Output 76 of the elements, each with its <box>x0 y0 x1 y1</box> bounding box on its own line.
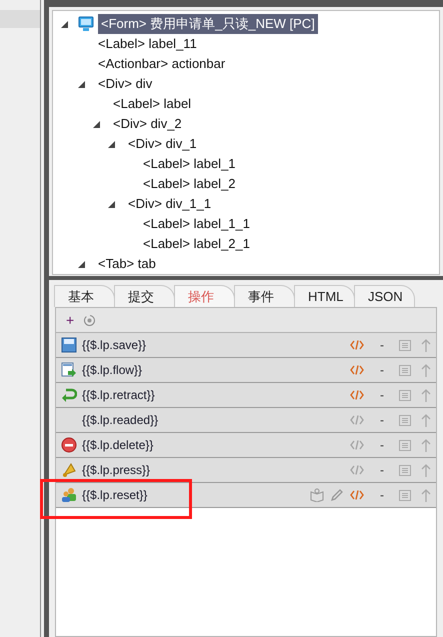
dash-button[interactable]: - <box>380 436 384 454</box>
code-icon[interactable] <box>350 365 364 375</box>
list-icon[interactable] <box>399 364 411 376</box>
people-icon <box>61 487 77 503</box>
tree-item[interactable]: <Label> label_1_1 <box>140 214 253 234</box>
code-icon[interactable] <box>350 490 364 500</box>
up-arrow-icon[interactable] <box>421 488 431 502</box>
tab[interactable]: JSON <box>354 285 415 307</box>
tree-item[interactable]: <Label> label_2 <box>140 174 239 194</box>
action-label: {{$.lp.save}} <box>82 337 148 354</box>
list-icon[interactable] <box>399 440 411 450</box>
bell-icon <box>61 462 77 478</box>
action-row[interactable]: {{$.lp.flow}} - <box>56 358 436 383</box>
code-icon[interactable] <box>350 465 364 475</box>
action-row[interactable]: {{$.lp.delete}} - <box>56 433 436 458</box>
book-icon[interactable] <box>310 488 324 502</box>
splitter-bar[interactable] <box>44 0 49 637</box>
action-row[interactable]: {{$.lp.press}} - <box>56 458 436 483</box>
action-row[interactable]: {{$.lp.readed}} - <box>56 408 436 433</box>
action-row[interactable]: {{$.lp.retract}} - <box>56 383 436 408</box>
tree-item[interactable]: <Label> label_1 <box>140 154 239 174</box>
tab[interactable]: 操作 <box>174 285 235 307</box>
action-label: {{$.lp.flow}} <box>82 362 144 379</box>
dash-button[interactable]: - <box>380 461 384 479</box>
up-arrow-icon[interactable] <box>421 338 431 352</box>
tree-item[interactable]: <Tab> tab <box>95 254 159 274</box>
action-row[interactable]: {{$.lp.save}} - <box>56 333 436 358</box>
code-icon[interactable] <box>350 390 364 400</box>
list-icon[interactable] <box>399 490 411 500</box>
history-icon[interactable] <box>83 314 96 326</box>
list-icon[interactable] <box>399 340 411 350</box>
tree-item[interactable]: <Div> div <box>95 74 156 94</box>
action-row[interactable]: {{$.lp.reset}} - <box>56 483 436 508</box>
up-arrow-icon[interactable] <box>421 388 431 402</box>
list-icon[interactable] <box>399 390 411 400</box>
code-icon[interactable] <box>350 415 364 425</box>
monitor-icon <box>78 16 94 32</box>
action-label: {{$.lp.press}} <box>82 462 152 479</box>
tab[interactable]: 基本 <box>54 285 115 307</box>
expanded-triangle-icon[interactable] <box>93 120 100 128</box>
expanded-triangle-icon[interactable] <box>78 80 85 88</box>
list-icon[interactable] <box>399 414 411 426</box>
tree-item[interactable]: <Div> div_1 <box>125 134 200 154</box>
header-bar <box>0 10 40 28</box>
up-arrow-icon[interactable] <box>421 464 431 476</box>
code-icon[interactable] <box>350 340 364 350</box>
tree-item[interactable]: <Div> div_1_1 <box>125 194 214 214</box>
tree-item[interactable]: <Label> label_11 <box>95 34 200 54</box>
list-icon[interactable] <box>399 464 411 476</box>
action-label: {{$.lp.retract}} <box>82 387 156 404</box>
action-label: {{$.lp.reset}} <box>82 487 148 504</box>
pencil-icon[interactable] <box>330 488 344 502</box>
action-label: {{$.lp.readed}} <box>82 412 160 429</box>
expanded-triangle-icon[interactable] <box>61 20 68 28</box>
expanded-triangle-icon[interactable] <box>108 200 115 208</box>
dash-button[interactable]: - <box>380 411 384 429</box>
tree-item[interactable]: <Label> label <box>110 94 194 114</box>
document-arrow-icon <box>61 362 77 378</box>
dash-button[interactable]: - <box>380 361 384 379</box>
tree-item[interactable]: <Form> 费用申请单_只读_NEW [PC] <box>98 14 318 34</box>
dash-button[interactable]: - <box>380 336 384 354</box>
minus-circle-icon <box>61 437 77 453</box>
code-icon[interactable] <box>350 440 364 450</box>
up-arrow-icon[interactable] <box>421 364 431 376</box>
return-arrow-icon <box>61 387 77 403</box>
up-arrow-icon[interactable] <box>421 438 431 452</box>
dash-button[interactable]: - <box>380 486 384 504</box>
tree-item[interactable]: <Div> div_2 <box>110 114 185 134</box>
action-label: {{$.lp.delete}} <box>82 437 154 454</box>
add-button[interactable]: + <box>66 313 74 327</box>
tree-item[interactable]: <Actionbar> actionbar <box>95 54 228 74</box>
up-arrow-icon[interactable] <box>421 414 431 426</box>
expanded-triangle-icon[interactable] <box>108 140 115 148</box>
dash-button[interactable]: - <box>380 386 384 404</box>
tree-item[interactable]: <Label> label_2_1 <box>140 234 253 254</box>
expanded-triangle-icon[interactable] <box>78 260 85 268</box>
